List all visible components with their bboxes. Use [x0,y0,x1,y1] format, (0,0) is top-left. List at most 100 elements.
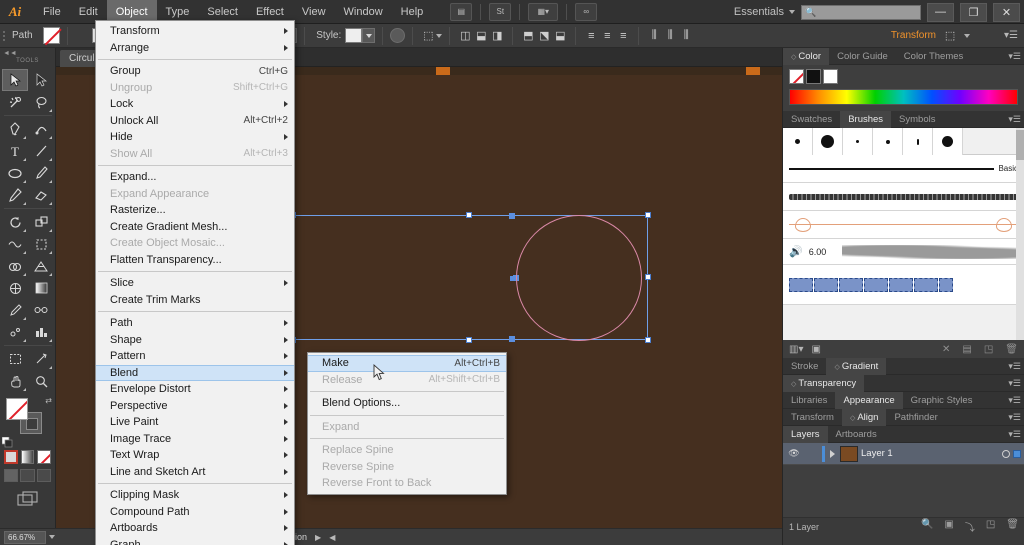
selection-indicator-square[interactable] [1013,449,1021,458]
scale-tool[interactable] [28,211,54,233]
align-middle-v-icon[interactable]: ⬔ [536,28,552,44]
menu-item-envelope-distort[interactable]: Envelope Distort [96,381,294,398]
shape-builder-tool[interactable] [2,255,28,277]
blend-submenu[interactable]: Make Alt+Ctrl+B Release Alt+Shift+Ctrl+B B… [307,352,507,495]
menu-item-line-and-sketch-art[interactable]: Line and Sketch Art [96,464,294,481]
stock-icon[interactable]: St [489,2,512,21]
control-bar-grip[interactable] [0,26,8,46]
circle-path[interactable] [516,215,642,341]
align-bottom-icon[interactable]: ⬓ [552,28,568,44]
menu-item-image-trace[interactable]: Image Trace [96,431,294,448]
menu-item-unlock-all[interactable]: Unlock All Alt+Ctrl+2 [96,113,294,130]
swap-fill-stroke-icon[interactable]: ⇄ [45,396,52,405]
menu-item-make[interactable]: Make Alt+Ctrl+B [308,355,506,372]
distribute-center-h-icon[interactable]: ⫼ [662,28,678,44]
tab-align[interactable]: ◇ Align [841,408,887,426]
control-bar-menu-icon[interactable]: ▾☰ [1004,30,1018,41]
workspace-switcher[interactable]: Essentials [734,6,795,18]
panel-menu-icon[interactable]: ▾☰ [1008,378,1021,389]
fill-color-swatch[interactable] [6,398,28,420]
default-fill-stroke-icon[interactable] [1,435,13,448]
distribute-right-icon[interactable]: ⫼ [678,28,694,44]
table-row[interactable]: 👁 Layer 1 [783,443,1024,465]
line-segment-tool[interactable] [28,140,54,162]
paintbrush-tool[interactable] [28,162,54,184]
brush-dot-4[interactable] [873,128,903,155]
tab-transform[interactable]: Transform [783,409,842,426]
graphic-style-swatch[interactable] [345,28,363,43]
minimize-button[interactable]: — [927,2,954,22]
status-prev-icon[interactable]: ◀ [329,533,335,542]
new-brush-icon[interactable]: ◳ [984,344,993,355]
draw-behind-icon[interactable] [20,469,35,482]
menu-item-live-paint[interactable]: Live Paint [96,414,294,431]
menu-item-blend-options[interactable]: Blend Options... [308,395,506,412]
handle-middle-right[interactable] [645,274,651,280]
panel-menu-icon[interactable]: ▾☰ [1008,395,1021,406]
lasso-tool[interactable] [28,91,54,113]
slice-tool[interactable] [28,348,54,370]
menu-item-create-trim-marks[interactable]: Create Trim Marks [96,292,294,309]
locate-object-icon[interactable]: 🔍 [921,519,933,534]
brush-pattern[interactable] [783,265,1024,305]
panel-menu-icon[interactable]: ▾☰ [1008,51,1021,62]
panel-menu-icon[interactable]: ▾☰ [1008,412,1021,423]
style-dropdown-button[interactable] [362,28,376,43]
perspective-grid-tool[interactable] [28,255,54,277]
align-top-icon[interactable]: ⬒ [520,28,536,44]
menu-item-compound-path[interactable]: Compound Path [96,504,294,521]
distribute-left-icon[interactable]: ⫼ [646,28,662,44]
anchor-point-top[interactable] [509,213,515,219]
ellipse-tool[interactable] [2,162,28,184]
brush-libraries-icon[interactable]: ▥▾ [789,344,803,355]
menu-item-hide[interactable]: Hide [96,129,294,146]
artboard-tool[interactable] [2,348,28,370]
handle-bottom-right[interactable] [645,337,651,343]
distribute-top-icon[interactable]: ≡ [583,28,599,44]
tab-pathfinder[interactable]: Pathfinder [886,409,945,426]
menu-item-graph[interactable]: Graph [96,537,294,545]
menu-item-group[interactable]: Group Ctrl+G [96,63,294,80]
brush-dot-2[interactable] [813,128,843,155]
menu-item-slice[interactable]: Slice [96,275,294,292]
brush-charcoal[interactable] [783,183,1024,211]
handle-bottom-center[interactable] [466,337,472,343]
menu-item-artboards[interactable]: Artboards [96,520,294,537]
eyedropper-tool[interactable] [2,299,28,321]
brush-dot-6[interactable] [933,128,963,155]
create-new-sublayer-icon[interactable]: ⤵ [965,519,975,534]
blend-tool[interactable] [28,299,54,321]
align-left-icon[interactable]: ◫ [457,28,473,44]
tab-stroke[interactable]: Stroke [783,358,826,375]
tab-color[interactable]: ◇ Color [783,47,830,65]
tab-color-guide[interactable]: Color Guide [829,48,896,65]
tab-layers[interactable]: Layers [783,425,828,443]
menu-item-path[interactable]: Path [96,315,294,332]
libraries-panel-icon[interactable]: ▣ [811,344,820,355]
tab-libraries[interactable]: Libraries [783,392,835,409]
color-mode-none[interactable] [37,450,51,464]
panel-menu-icon[interactable]: ▾☰ [1008,429,1021,440]
brush-dot-1[interactable] [783,128,813,155]
behance-icon[interactable]: ∞ [575,2,598,21]
menu-item-lock[interactable]: Lock [96,96,294,113]
brushes-scrollbar[interactable] [1016,128,1024,340]
handle-top-center[interactable] [466,212,472,218]
zoom-tool[interactable] [28,370,54,392]
transform-proxy-icon[interactable]: ⬚ [942,28,958,44]
color-spectrum-bar[interactable] [789,89,1018,105]
transform-label[interactable]: Transform [891,30,936,41]
mesh-tool[interactable] [2,277,28,299]
brush-options-icon[interactable]: ▤ [962,344,971,355]
distribute-center-icon[interactable]: ≡ [599,28,615,44]
panel-menu-icon[interactable]: ▾☰ [1008,361,1021,372]
remove-brush-stroke-icon[interactable]: ✕ [942,344,950,355]
chevron-right-icon[interactable] [830,449,835,458]
scrollbar-thumb[interactable] [1016,130,1024,160]
menu-item-arrange[interactable]: Arrange [96,40,294,57]
layer-name[interactable]: Layer 1 [861,448,999,459]
tab-symbols[interactable]: Symbols [891,111,943,128]
draw-normal-icon[interactable] [4,469,19,482]
width-tool[interactable] [2,233,28,255]
tab-brushes[interactable]: Brushes [840,110,892,128]
